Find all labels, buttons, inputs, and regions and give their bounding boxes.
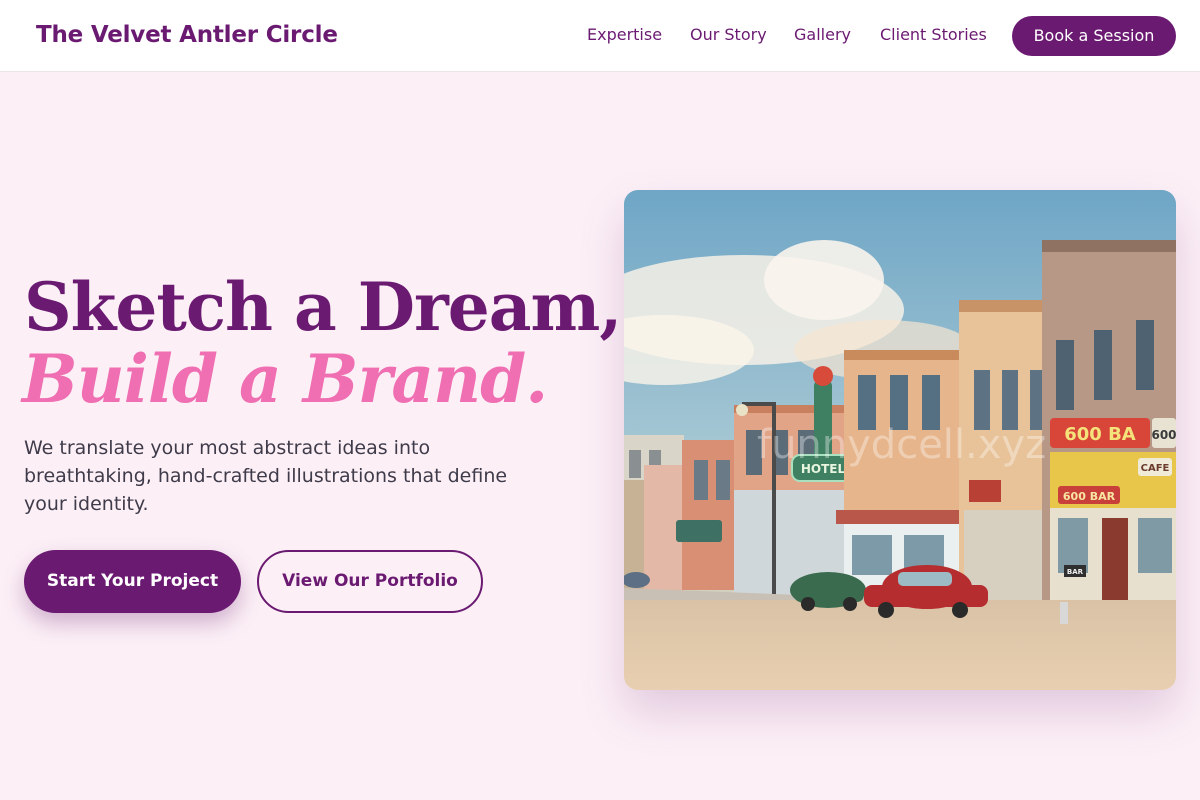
nav-link-client-stories[interactable]: Client Stories xyxy=(880,25,987,45)
bar-sign-side: 600 xyxy=(1151,428,1176,442)
start-project-button[interactable]: Start Your Project xyxy=(24,550,241,613)
cafe-sign-text: CAFE xyxy=(1141,463,1170,474)
image-watermark: funnydcell.xyz xyxy=(757,422,1047,468)
hero-title-line-1: Sketch a Dream, xyxy=(24,268,622,346)
site-brand[interactable]: The Velvet Antler Circle xyxy=(36,20,338,50)
bar-sign-small: BAR xyxy=(1067,568,1084,576)
book-session-button[interactable]: Book a Session xyxy=(1012,16,1176,56)
top-navigation: The Velvet Antler Circle Expertise Our S… xyxy=(0,0,1200,72)
nav-link-expertise[interactable]: Expertise xyxy=(587,25,662,45)
nav-link-our-story[interactable]: Our Story xyxy=(690,25,767,45)
view-portfolio-button[interactable]: View Our Portfolio xyxy=(257,550,483,613)
bar-sign-lower: 600 BAR xyxy=(1063,490,1116,503)
hero-subtitle: We translate your most abstract ideas in… xyxy=(24,437,508,515)
nav-link-gallery[interactable]: Gallery xyxy=(794,25,851,45)
bar-sign-top: 600 BA xyxy=(1064,424,1136,445)
hero-title-line-2: Build a Brand. xyxy=(22,340,548,418)
